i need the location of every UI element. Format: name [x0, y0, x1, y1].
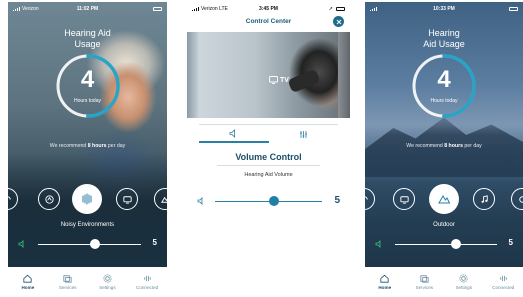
close-icon: [336, 19, 341, 24]
usage-hours-caption: Hours today: [74, 98, 101, 104]
program-restaurant-icon[interactable]: [38, 188, 60, 210]
gear-icon: [459, 273, 468, 283]
tab-services[interactable]: Services: [405, 267, 445, 295]
tab-bar: Home Services Settings Connected: [8, 267, 167, 295]
home-icon: [23, 274, 32, 283]
program-extra-icon[interactable]: [511, 188, 523, 210]
home-icon: [380, 274, 389, 283]
volume-knob[interactable]: [89, 239, 100, 249]
tab-connected[interactable]: Connected: [484, 267, 523, 295]
phone-control-center: Verizon LTE 3:45 PM ➚ Control Center TV …: [187, 2, 350, 295]
close-button[interactable]: [333, 16, 344, 27]
usage-hours-value: 4: [80, 66, 95, 93]
tab-services[interactable]: Services: [48, 267, 88, 295]
tab-volume[interactable]: [199, 125, 269, 143]
phone-home-noisy: Verizon 11:02 PM Hearing Aid Usage 4 Hou…: [8, 2, 167, 295]
connected-icon: [143, 275, 151, 281]
volume-value: 5: [334, 195, 340, 206]
gear-icon: [103, 273, 112, 283]
status-time: 3:45 PM: [259, 6, 278, 12]
section-title: Volume Control: [235, 152, 302, 162]
tv-icon: [269, 76, 278, 84]
status-time: 11:02 PM: [76, 6, 99, 12]
battery-icon: [509, 7, 518, 11]
program-outdoor-icon[interactable]: [154, 188, 167, 210]
tab-home[interactable]: Home: [8, 267, 48, 295]
usage-ring: 4 Hours today: [54, 52, 122, 120]
services-icon: [63, 274, 72, 283]
divider: [217, 165, 320, 166]
page-title: Hearing Aid Usage: [64, 28, 111, 49]
program-carousel[interactable]: [365, 182, 523, 216]
volume-value: 5: [152, 238, 157, 247]
program-audio-icon[interactable]: [8, 188, 18, 210]
environment-label: Noisy Environments: [60, 222, 115, 228]
control-tabs: [199, 124, 338, 143]
recommendation-text: We recommend 8 hours per day: [49, 143, 126, 149]
program-carousel[interactable]: [8, 182, 167, 216]
speaker-icon: [18, 240, 24, 248]
usage-ring: 4 Hours today: [410, 52, 478, 120]
environment-label: Outdoor: [433, 222, 455, 228]
usage-hours-value: 4: [437, 66, 451, 93]
program-tv-icon[interactable]: [393, 188, 415, 210]
tab-settings[interactable]: Settings: [88, 267, 128, 295]
volume-slider[interactable]: 5: [18, 238, 157, 249]
tab-home[interactable]: Home: [365, 267, 405, 295]
page-title: Control Center: [245, 18, 292, 25]
volume-slider[interactable]: 5: [375, 238, 513, 249]
status-time: 10:33 PM: [433, 6, 455, 12]
connected-icon: [500, 275, 507, 281]
volume-value: 5: [508, 238, 513, 247]
equalizer-icon: [299, 130, 307, 138]
phone-home-outdoor: 10:33 PM Hearing Aid Usage 4 Hours today…: [365, 2, 523, 295]
status-bar: 10:33 PM: [365, 2, 523, 16]
tab-bar: Home Services Settings Connected: [365, 267, 523, 295]
speaker-icon: [229, 128, 236, 138]
speaker-icon: [375, 240, 381, 248]
status-bar: Verizon LTE 3:45 PM ➚: [187, 2, 350, 16]
volume-knob[interactable]: [268, 196, 279, 206]
program-noisy-icon[interactable]: [72, 184, 102, 214]
volume-slider[interactable]: 5: [197, 195, 340, 207]
tab-connected[interactable]: Connected: [127, 267, 167, 295]
speaker-icon: [197, 197, 203, 205]
program-outdoor-icon[interactable]: [429, 184, 459, 214]
services-icon: [420, 274, 429, 283]
tv-label: TV: [269, 76, 289, 84]
program-music-icon[interactable]: [473, 188, 495, 210]
volume-knob[interactable]: [451, 239, 462, 249]
volume-track[interactable]: [395, 243, 497, 245]
recommendation-text: We recommend 8 hours per day: [406, 143, 482, 149]
usage-hours-caption: Hours today: [430, 98, 458, 104]
battery-icon: [153, 7, 162, 11]
program-tv-icon[interactable]: [116, 188, 138, 210]
tab-equalizer[interactable]: [269, 125, 339, 143]
status-bar: Verizon 11:02 PM: [8, 2, 167, 16]
page-title: Hearing Aid Usage: [423, 28, 465, 49]
section-subtitle: Hearing Aid Volume: [244, 172, 293, 178]
battery-icon: [336, 7, 345, 11]
tab-settings[interactable]: Settings: [444, 267, 484, 295]
tv-program-card[interactable]: TV: [199, 32, 338, 118]
program-audio-icon[interactable]: [365, 188, 375, 210]
